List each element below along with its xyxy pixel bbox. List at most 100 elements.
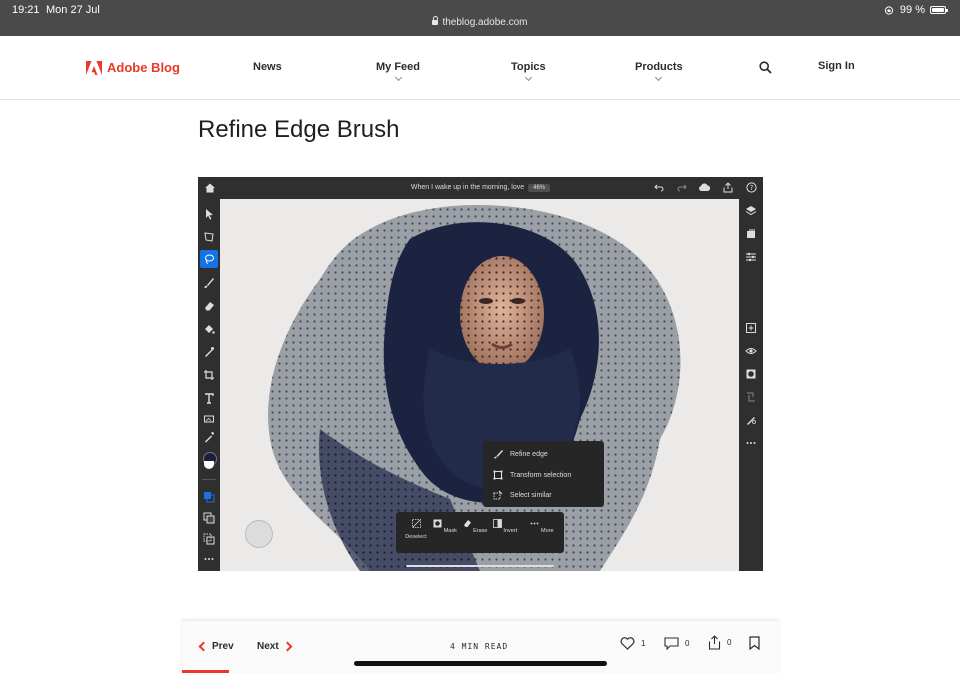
mask-action-icon: [433, 519, 442, 528]
svg-text:?: ?: [750, 184, 754, 192]
action-label: Mask: [443, 528, 457, 534]
next-label: Next: [257, 641, 279, 652]
prev-link[interactable]: Prev: [198, 641, 234, 652]
sign-in-link[interactable]: Sign In: [818, 60, 855, 72]
right-toolbar: [739, 199, 763, 571]
action-erase: Erase: [460, 519, 490, 534]
cloud-icon: [699, 183, 711, 191]
transform-icon: [493, 470, 503, 480]
layers-icon: [745, 206, 757, 216]
eraser-tool-icon: [205, 302, 214, 311]
comment-button[interactable]: 0: [664, 637, 689, 650]
status-date: Mon 27 Jul: [46, 4, 100, 16]
brand-name: Adobe Blog: [107, 60, 180, 75]
bookmark-icon: [749, 636, 760, 650]
redo-icon: [677, 184, 687, 192]
menu-item-label: Transform selection: [510, 471, 572, 479]
nav-products[interactable]: Products: [635, 61, 683, 82]
touch-modifier-button: [245, 520, 273, 548]
status-bar: 19:21 Mon 27 Jul theblog.adobe.com 99 %: [0, 0, 960, 36]
heart-icon: [620, 637, 635, 650]
move-tool-icon: [206, 209, 213, 220]
comment-count: 0: [685, 639, 690, 648]
prev-label: Prev: [212, 641, 234, 652]
nav-news-label: News: [253, 61, 282, 73]
lasso-tool-icon: [205, 254, 214, 264]
intersect-select-icon: [203, 533, 215, 545]
nav-topics[interactable]: Topics: [511, 61, 546, 82]
adjustments-icon: [746, 252, 756, 262]
healing-tool-icon: [205, 347, 214, 357]
layer-stack-icon: [747, 229, 755, 238]
search-button[interactable]: [759, 61, 772, 79]
share-button[interactable]: 0: [708, 635, 731, 650]
image-tool-icon: [204, 415, 214, 423]
invert-icon: [492, 519, 502, 528]
menu-item-label: Refine edge: [510, 450, 548, 458]
lock-icon: [432, 16, 439, 25]
read-time: 4 MIN READ: [450, 642, 509, 651]
action-label: More: [541, 528, 554, 534]
brush-tool-icon: [204, 278, 214, 288]
like-button[interactable]: 1: [620, 637, 645, 650]
background-color-swatch: [204, 461, 214, 469]
toolbar-divider: [202, 479, 216, 480]
share-icon: [723, 182, 733, 193]
help-icon: ?: [746, 182, 757, 193]
clipping-icon: [747, 392, 755, 402]
battery-fill: [932, 8, 944, 12]
selection-popup-menu: Refine edge Transform selection Select s…: [483, 441, 604, 507]
action-label: Erase: [473, 528, 488, 534]
nav-my-feed[interactable]: My Feed: [376, 61, 420, 82]
home-indicator[interactable]: [354, 661, 607, 666]
transform-tool-icon: [204, 232, 214, 242]
share-count: 0: [727, 638, 732, 647]
nav-news[interactable]: News: [253, 61, 282, 73]
article-image: When I wake up in the morning, love 46% ?: [198, 177, 763, 571]
action-mask: Mask: [430, 519, 460, 534]
document-title: When I wake up in the morning, love: [410, 184, 525, 191]
chevron-down-icon: [394, 73, 402, 82]
battery-percent: 99 %: [899, 4, 925, 16]
action-more: More: [527, 519, 557, 534]
adobe-logo-icon: [86, 60, 102, 75]
orientation-lock-icon: [884, 5, 894, 15]
brush-icon: [494, 450, 503, 459]
action-label: Deselect: [405, 534, 427, 540]
crop-tool-icon: [204, 370, 214, 380]
bookmark-button[interactable]: [749, 636, 760, 650]
comment-icon: [664, 637, 679, 650]
search-icon: [759, 61, 772, 74]
menu-item-select-similar: Select similar: [493, 490, 552, 500]
add-layer-icon: [746, 323, 756, 333]
nav-products-label: Products: [635, 61, 683, 73]
subtract-select-icon: [203, 512, 215, 524]
more-tools-icon: [204, 558, 214, 560]
type-tool-icon: [205, 393, 214, 404]
left-toolbar: [198, 199, 220, 571]
battery-icon: [930, 6, 948, 14]
address-bar[interactable]: theblog.adobe.com: [0, 16, 960, 28]
select-similar-icon: [493, 490, 503, 500]
visibility-icon: [745, 348, 757, 354]
action-invert: Invert: [490, 519, 520, 534]
app-top-bar: When I wake up in the morning, love 46% ?: [198, 177, 763, 199]
chevron-right-icon: [282, 641, 293, 652]
status-right: 99 %: [883, 4, 948, 16]
chevron-down-icon: [655, 73, 663, 82]
more-icon: [531, 522, 539, 525]
deselect-icon: [411, 519, 421, 528]
like-count: 1: [641, 639, 646, 648]
nav-topics-label: Topics: [511, 61, 546, 73]
mask-icon: [746, 369, 756, 379]
eyedropper-tool-icon: [205, 432, 214, 443]
chevron-left-icon: [198, 641, 209, 652]
app-home-indicator: [406, 565, 554, 567]
chevron-down-icon: [524, 73, 532, 82]
brand-link[interactable]: Adobe Blog: [86, 60, 180, 75]
layers-select-icon: [204, 492, 215, 503]
selection-action-bar: Deselect Mask Erase Invert More: [396, 512, 564, 553]
next-link[interactable]: Next: [257, 641, 293, 652]
undo-icon: [654, 184, 664, 192]
menu-item-refine-edge: Refine edge: [493, 449, 548, 459]
